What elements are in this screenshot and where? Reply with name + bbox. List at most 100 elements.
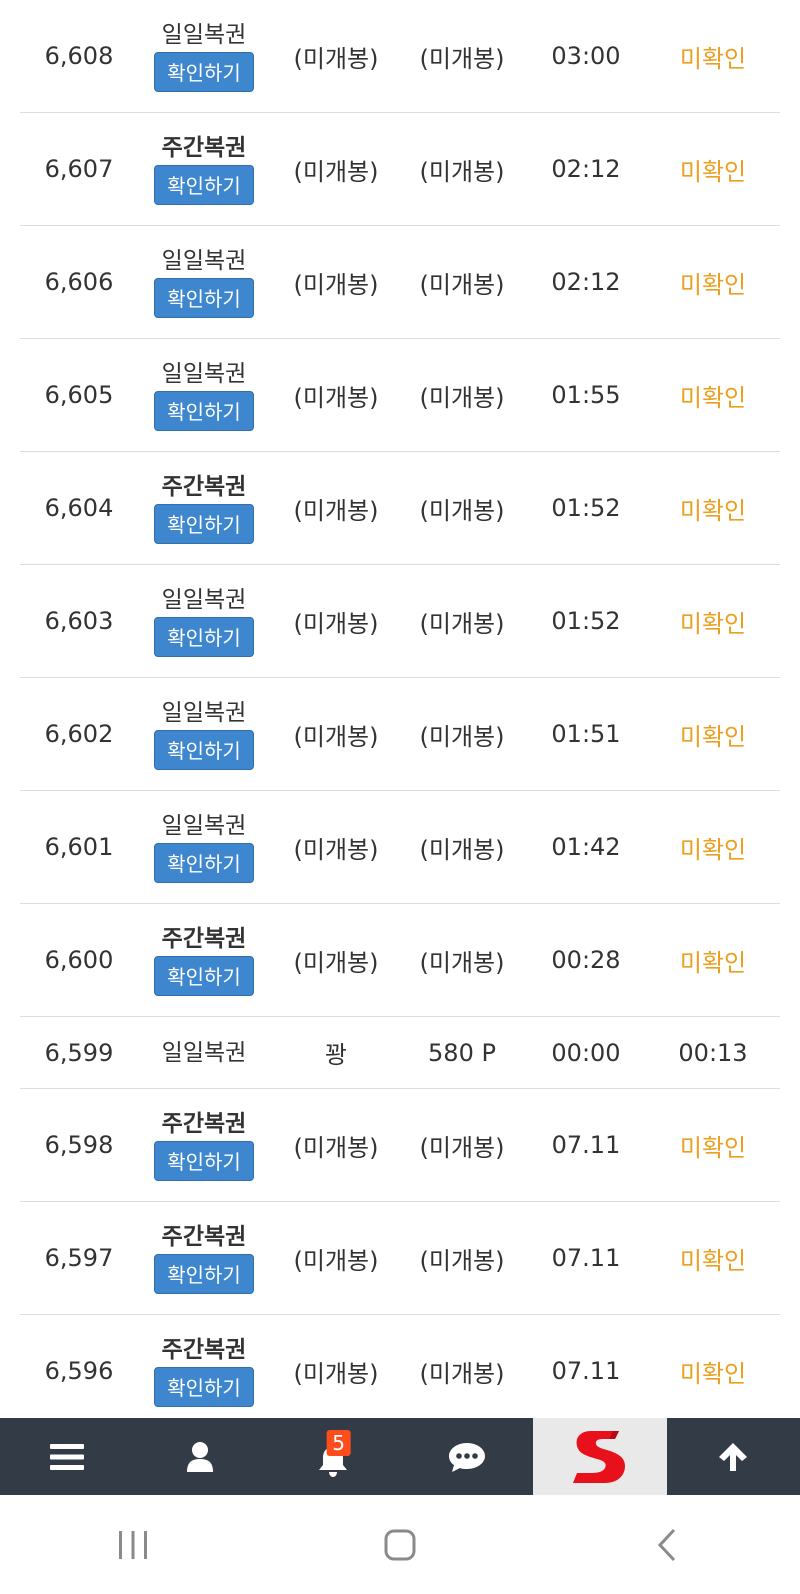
status-cell: 미확인 (679, 1246, 747, 1275)
nav-chat-button[interactable] (400, 1418, 533, 1495)
time-cell: 02:12 (551, 268, 621, 296)
check-button[interactable]: 확인하기 (154, 391, 254, 431)
check-button[interactable]: 확인하기 (154, 504, 254, 544)
notification-badge: 5 (326, 1430, 352, 1456)
result-cell: (미개봉) (293, 157, 379, 186)
check-button[interactable]: 확인하기 (154, 165, 254, 205)
check-button[interactable]: 확인하기 (154, 1141, 254, 1181)
row-number: 6,606 (44, 268, 114, 296)
table-row: 6,600 주간복권 확인하기 (미개봉) (미개봉) 00:28 미확인 (20, 904, 780, 1017)
prize-cell: (미개봉) (419, 1133, 505, 1162)
row-number: 6,604 (44, 494, 114, 522)
time-cell: 01:52 (551, 494, 621, 522)
check-button[interactable]: 확인하기 (154, 730, 254, 770)
table-row: 6,597 주간복권 확인하기 (미개봉) (미개봉) 07.11 미확인 (20, 1202, 780, 1315)
table-row: 6,599 일일복권 꽝 580 P 00:00 00:13 (20, 1017, 780, 1089)
nav-site-logo-button[interactable] (533, 1418, 667, 1495)
lottery-type-label: 주간복권 (161, 1224, 247, 1250)
status-cell: 미확인 (679, 383, 747, 412)
result-cell: (미개봉) (293, 44, 379, 73)
prize-cell: (미개봉) (419, 496, 505, 525)
row-number: 6,603 (44, 607, 114, 635)
prize-cell: (미개봉) (419, 270, 505, 299)
result-cell: (미개봉) (293, 1359, 379, 1388)
lottery-type-label: 주간복권 (161, 1337, 247, 1363)
arrow-up-icon (719, 1442, 748, 1471)
row-type-cell: 주간복권확인하기 (138, 113, 270, 225)
nav-scroll-top-button[interactable] (667, 1418, 800, 1495)
time-cell: 00:28 (551, 946, 621, 974)
row-number: 6,605 (44, 381, 114, 409)
row-number: 6,596 (44, 1357, 114, 1385)
table-row: 6,596 주간복권 확인하기 (미개봉) (미개봉) 07.11 미확인 (20, 1315, 780, 1428)
table-row: 6,607 주간복권 확인하기 (미개봉) (미개봉) 02:12 미확인 (20, 113, 780, 226)
prize-cell: (미개봉) (419, 948, 505, 977)
status-cell: 미확인 (679, 609, 747, 638)
status-cell: 미확인 (679, 835, 747, 864)
prize-cell: (미개봉) (419, 722, 505, 751)
row-type-cell: 주간복권확인하기 (138, 1315, 270, 1427)
lottery-type-label: 일일복권 (161, 248, 247, 274)
prize-cell: (미개봉) (419, 44, 505, 73)
nav-menu-button[interactable] (0, 1418, 133, 1495)
back-icon (657, 1528, 675, 1561)
check-button[interactable]: 확인하기 (154, 956, 254, 996)
table-row: 6,606 일일복권 확인하기 (미개봉) (미개봉) 02:12 미확인 (20, 226, 780, 339)
lottery-type-label: 일일복권 (161, 813, 247, 839)
time-cell: 07.11 (551, 1357, 621, 1385)
lottery-type-label: 일일복권 (161, 1039, 247, 1066)
lottery-type-label: 주간복권 (161, 135, 247, 161)
prize-cell: (미개봉) (419, 383, 505, 412)
check-button[interactable]: 확인하기 (154, 1367, 254, 1407)
row-type-cell: 일일복권확인하기 (138, 226, 270, 338)
home-button[interactable] (355, 1515, 445, 1575)
result-cell: (미개봉) (293, 948, 379, 977)
time-cell: 02:12 (551, 155, 621, 183)
bottom-nav-bar: 5 (0, 1418, 800, 1495)
check-button[interactable]: 확인하기 (154, 278, 254, 318)
prize-cell: (미개봉) (419, 1359, 505, 1388)
check-button[interactable]: 확인하기 (154, 52, 254, 92)
prize-cell: 580 P (428, 1038, 496, 1067)
chat-icon (448, 1442, 485, 1472)
lottery-type-label: 일일복권 (161, 361, 247, 387)
row-number: 6,602 (44, 720, 114, 748)
result-cell: (미개봉) (293, 609, 379, 638)
prize-cell: (미개봉) (419, 157, 505, 186)
check-button[interactable]: 확인하기 (154, 617, 254, 657)
row-number: 6,599 (44, 1038, 114, 1067)
recent-apps-icon (119, 1530, 148, 1559)
result-cell: (미개봉) (293, 383, 379, 412)
row-number: 6,601 (44, 833, 114, 861)
check-button[interactable]: 확인하기 (154, 1254, 254, 1294)
status-cell: 미확인 (679, 948, 747, 977)
time-cell: 00:00 (551, 1038, 621, 1067)
row-number: 6,607 (44, 155, 114, 183)
nav-user-button[interactable] (133, 1418, 266, 1495)
recent-apps-button[interactable] (88, 1515, 178, 1575)
table-row: 6,603 일일복권 확인하기 (미개봉) (미개봉) 01:52 미확인 (20, 565, 780, 678)
row-type-cell: 주간복권 확인하기 (138, 1089, 270, 1201)
row-type-cell: 일일복권 확인하기 (138, 678, 270, 790)
table-row: 6,598 주간복권 확인하기 (미개봉) (미개봉) 07.11 미확인 (20, 1089, 780, 1202)
time-cell: 07.11 (551, 1244, 621, 1272)
row-number: 6,597 (44, 1244, 114, 1272)
menu-icon (49, 1443, 84, 1470)
user-icon (186, 1441, 213, 1472)
time-cell: 01:42 (551, 833, 621, 861)
lottery-type-label: 일일복권 (161, 587, 247, 613)
prize-cell: (미개봉) (419, 1246, 505, 1275)
row-number: 6,598 (44, 1131, 114, 1159)
row-type-cell: 일일복권 (138, 1017, 270, 1088)
table-row: 6,602 일일복권 확인하기 (미개봉) (미개봉) 01:51 미확인 (20, 678, 780, 791)
table-row: 6,608 일일복권 확인하기 (미개봉) (미개봉) 03:00 미확인 (20, 0, 780, 113)
result-cell: (미개봉) (293, 835, 379, 864)
row-number: 6,600 (44, 946, 114, 974)
table-row: 6,605 일일복권확인하기 (미개봉) (미개봉) 01:55 미확인 (20, 339, 780, 452)
nav-notifications-button[interactable]: 5 (267, 1418, 400, 1495)
back-button[interactable] (622, 1515, 712, 1575)
time-cell: 01:55 (551, 381, 621, 409)
system-navigation-bar (0, 1495, 800, 1594)
check-button[interactable]: 확인하기 (154, 843, 254, 883)
prize-cell: (미개봉) (419, 835, 505, 864)
